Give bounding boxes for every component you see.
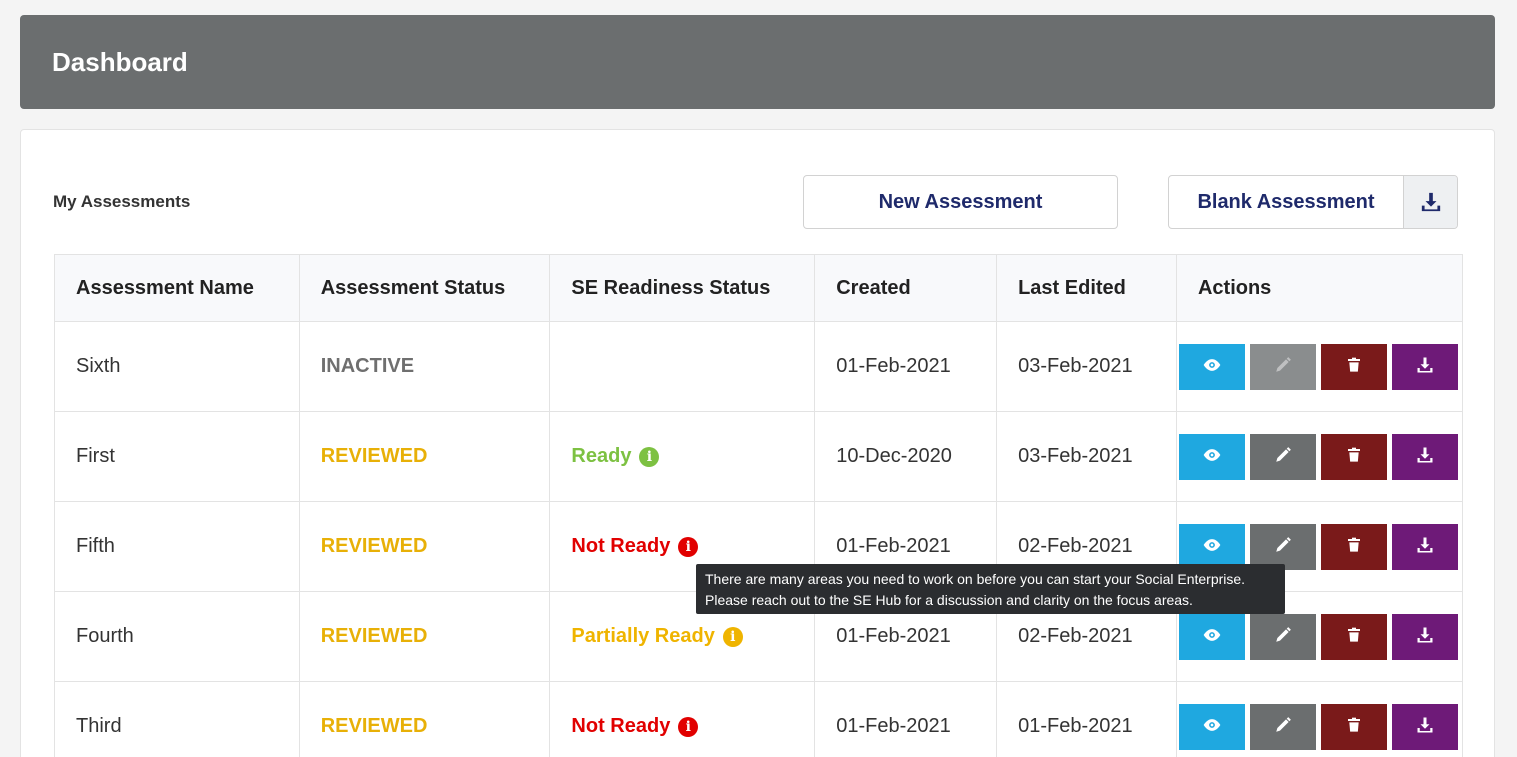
last-edited-date: 03-Feb-2021 (996, 411, 1177, 502)
trash-icon (1346, 356, 1362, 377)
actions-cell (1175, 681, 1464, 757)
trash-icon (1346, 716, 1362, 737)
download-icon[interactable] (1403, 176, 1457, 228)
delete-button[interactable] (1320, 613, 1387, 660)
column-header-name: Assessment Name (54, 254, 300, 322)
download-button[interactable] (1391, 343, 1458, 390)
trash-icon (1346, 626, 1362, 647)
pencil-icon (1274, 716, 1292, 737)
download-icon (1416, 536, 1434, 557)
blank-assessment-label: Blank Assessment (1197, 190, 1375, 213)
delete-button[interactable] (1320, 343, 1387, 390)
column-header-status: Assessment Status (298, 254, 551, 322)
readiness-status: Not Ready i (571, 535, 699, 558)
download-icon (1416, 626, 1434, 647)
created-date: 01-Feb-2021 (814, 681, 998, 757)
column-header-created: Created (814, 254, 998, 322)
pencil-icon (1274, 356, 1292, 377)
info-icon[interactable]: i (678, 536, 699, 557)
table-row: Sixth INACTIVE 01-Feb-2021 03-Feb-2021 (54, 321, 1464, 412)
created-date: 01-Feb-2021 (814, 321, 998, 412)
readiness-tooltip: There are many areas you need to work on… (696, 564, 1285, 614)
view-button[interactable] (1178, 343, 1245, 390)
table-row: Third REVIEWED Not Ready i 01-Feb-2021 0… (54, 681, 1464, 757)
view-button[interactable] (1178, 703, 1245, 750)
assessments-table: Assessment Name Assessment Status SE Rea… (54, 254, 1464, 757)
eye-icon (1202, 715, 1222, 738)
page-title: Dashboard (52, 46, 188, 77)
blank-assessment-button[interactable]: Blank Assessment (1168, 175, 1458, 229)
eye-icon (1202, 355, 1222, 378)
info-icon[interactable]: i (722, 626, 743, 647)
assessment-status: REVIEWED (320, 445, 428, 467)
last-edited-date: 01-Feb-2021 (996, 681, 1177, 757)
new-assessment-button[interactable]: New Assessment (803, 175, 1118, 229)
edit-button[interactable] (1249, 343, 1316, 390)
view-button[interactable] (1178, 523, 1245, 570)
tooltip-line-2: Please reach out to the SE Hub for a dis… (705, 592, 1193, 608)
last-edited-date: 03-Feb-2021 (996, 321, 1177, 412)
pencil-icon (1274, 446, 1292, 467)
delete-button[interactable] (1320, 433, 1387, 480)
download-icon (1416, 716, 1434, 737)
readiness-cell: Ready i (549, 411, 816, 502)
readiness-cell: Not Ready i (549, 681, 816, 757)
readiness-status: Not Ready i (571, 715, 699, 738)
column-header-readiness: SE Readiness Status (549, 254, 816, 322)
actions-cell (1175, 411, 1464, 502)
readiness-status: Ready i (571, 445, 660, 468)
download-button[interactable] (1391, 523, 1458, 570)
eye-icon (1202, 535, 1222, 558)
readiness-label: Ready (571, 445, 632, 467)
pencil-icon (1274, 536, 1292, 557)
view-button[interactable] (1178, 613, 1245, 660)
table-row: First REVIEWED Ready i 10-Dec-2020 03-Fe… (54, 411, 1464, 502)
assessment-status: REVIEWED (320, 535, 428, 557)
column-header-edited: Last Edited (996, 254, 1177, 322)
created-date: 10-Dec-2020 (814, 411, 998, 502)
download-button[interactable] (1391, 433, 1458, 480)
trash-icon (1346, 536, 1362, 557)
dashboard-header: Dashboard (20, 15, 1495, 109)
readiness-label: Not Ready (571, 535, 671, 557)
assessment-status: REVIEWED (320, 625, 428, 647)
readiness-status: Partially Ready i (571, 625, 743, 648)
tooltip-line-1: There are many areas you need to work on… (705, 571, 1246, 587)
assessment-status: INACTIVE (320, 355, 415, 377)
table-header-row: Assessment Name Assessment Status SE Rea… (54, 254, 1464, 322)
readiness-label: Not Ready (571, 715, 671, 737)
info-icon[interactable]: i (678, 716, 699, 737)
edit-button[interactable] (1249, 703, 1316, 750)
download-button[interactable] (1391, 703, 1458, 750)
assessment-name: First (54, 411, 300, 502)
readiness-label: Partially Ready (571, 625, 715, 647)
actions-cell (1175, 321, 1464, 412)
download-button[interactable] (1391, 613, 1458, 660)
edit-button[interactable] (1249, 613, 1316, 660)
trash-icon (1346, 446, 1362, 467)
eye-icon (1202, 625, 1222, 648)
assessment-name: Third (54, 681, 300, 757)
info-icon[interactable]: i (639, 446, 660, 467)
delete-button[interactable] (1320, 703, 1387, 750)
assessment-name: Fifth (54, 501, 300, 592)
eye-icon (1202, 445, 1222, 468)
view-button[interactable] (1178, 433, 1245, 480)
edit-button[interactable] (1249, 433, 1316, 480)
download-icon (1416, 446, 1434, 467)
pencil-icon (1274, 626, 1292, 647)
download-icon (1416, 356, 1434, 377)
edit-button[interactable] (1249, 523, 1316, 570)
delete-button[interactable] (1320, 523, 1387, 570)
section-title: My Assessments (53, 192, 191, 211)
assessment-name: Fourth (54, 591, 300, 682)
assessments-card: My Assessments New Assessment Blank Asse… (20, 129, 1495, 757)
column-header-actions: Actions (1175, 254, 1464, 322)
assessment-status: REVIEWED (320, 715, 428, 737)
assessment-name: Sixth (54, 321, 300, 412)
readiness-cell (549, 321, 816, 412)
